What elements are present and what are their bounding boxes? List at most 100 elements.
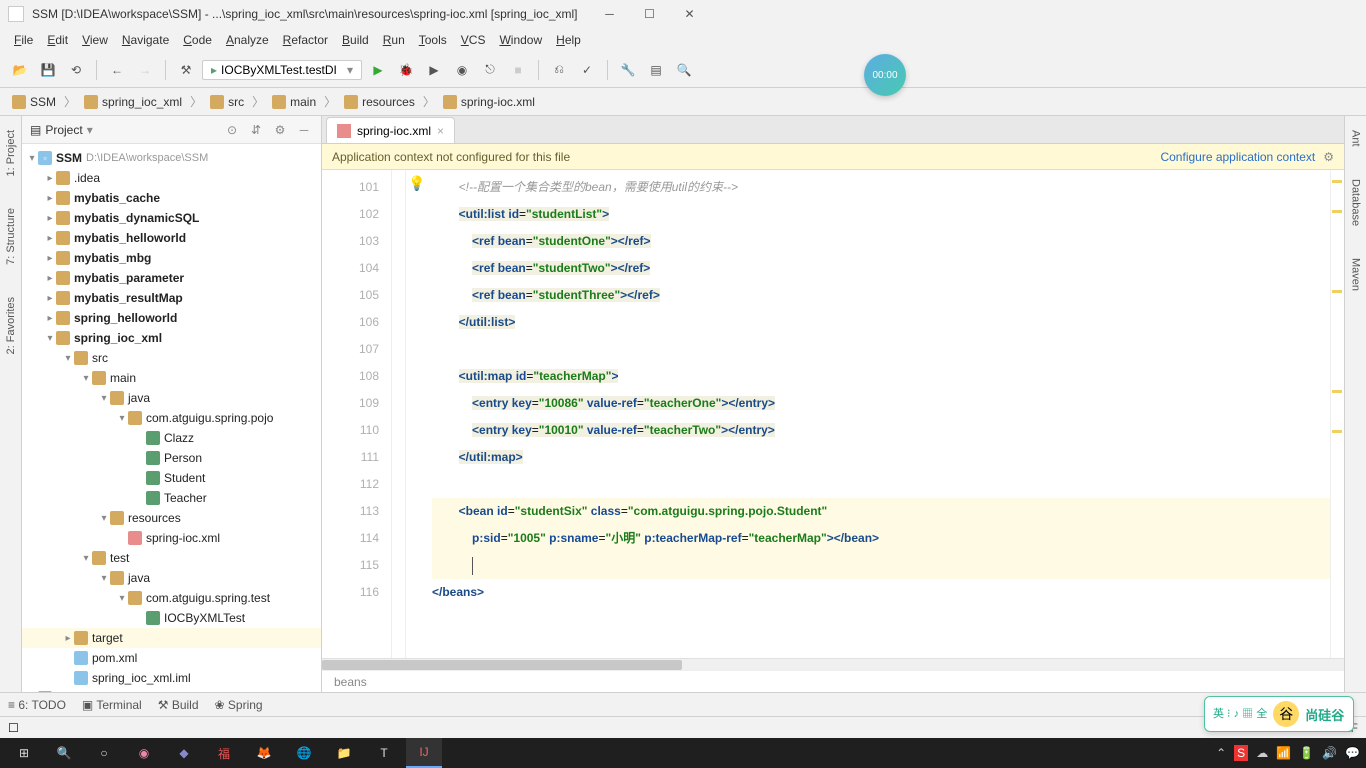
tree-item[interactable]: ▸mybatis_mbg [22, 248, 321, 268]
attach-icon[interactable]: ⎋ [478, 58, 502, 82]
project-tree[interactable]: ▾ ▫ SSM D:\IDEA\workspace\SSM ▸.idea▸myb… [22, 144, 321, 692]
breadcrumb-item[interactable]: spring_ioc_xml [80, 93, 186, 111]
menu-file[interactable]: File [8, 31, 39, 49]
tree-item[interactable]: ▾spring_ioc_xml [22, 328, 321, 348]
menu-edit[interactable]: Edit [41, 31, 74, 49]
breadcrumb-item[interactable]: SSM [8, 93, 60, 111]
tools-icon[interactable]: 🔧 [616, 58, 640, 82]
tree-item[interactable]: ▸target [22, 628, 321, 648]
tree-item[interactable]: spring-ioc.xml [22, 528, 321, 548]
rightstrip-tab[interactable]: Database [1348, 173, 1364, 232]
menu-navigate[interactable]: Navigate [116, 31, 175, 49]
fold-column[interactable] [392, 170, 406, 658]
tree-item[interactable]: ▸mybatis_resultMap [22, 288, 321, 308]
tree-item[interactable]: ▾test [22, 548, 321, 568]
ime-icon[interactable]: S [1234, 745, 1248, 761]
banner-gear-icon[interactable]: ⚙ [1323, 150, 1334, 164]
horizontal-scrollbar[interactable] [322, 658, 1344, 670]
tree-item[interactable]: ▸mybatis_cache [22, 188, 321, 208]
tree-item[interactable]: Clazz [22, 428, 321, 448]
status-icon[interactable]: ☐ [8, 721, 19, 735]
select-opened-icon[interactable]: ⊙ [223, 121, 241, 139]
tree-item[interactable]: ▾resources [22, 508, 321, 528]
leftstrip-tab[interactable]: 7: Structure [3, 202, 19, 271]
text-icon[interactable]: T [366, 738, 402, 768]
menu-window[interactable]: Window [493, 31, 548, 49]
vcs-commit-icon[interactable]: ✓ [575, 58, 599, 82]
leftstrip-tab[interactable]: 1: Project [3, 124, 19, 182]
configure-context-link[interactable]: Configure application context [1160, 150, 1315, 164]
tree-item[interactable]: pom.xml [22, 648, 321, 668]
hammer-icon[interactable]: ⚒ [174, 58, 198, 82]
breadcrumb-item[interactable]: main [268, 93, 320, 111]
tree-item[interactable]: ▸.idea [22, 168, 321, 188]
editor-breadcrumb[interactable]: beans [322, 670, 1344, 692]
task2-icon[interactable]: ◆ [166, 738, 202, 768]
tree-item[interactable]: ▾java [22, 388, 321, 408]
ime-badge[interactable]: 英 ⁝ ♪ ▦ 全 谷 尚硅谷 [1204, 696, 1354, 732]
tree-item[interactable]: IOCByXMLTest [22, 608, 321, 628]
tree-item[interactable]: ▾java [22, 568, 321, 588]
vcs-icon[interactable]: ⎌ [547, 58, 571, 82]
search-icon[interactable]: 🔍 [672, 58, 696, 82]
sync-icon[interactable]: ⟲ [64, 58, 88, 82]
tree-item[interactable]: ▸mybatis_dynamicSQL [22, 208, 321, 228]
menu-view[interactable]: View [76, 31, 114, 49]
bottom-tab[interactable]: ❀ Spring [215, 698, 263, 712]
leftstrip-tab[interactable]: 2: Favorites [3, 291, 19, 360]
tree-item[interactable]: ▸spring_helloworld [22, 308, 321, 328]
save-icon[interactable]: 💾 [36, 58, 60, 82]
settings-icon[interactable]: ⚙ [271, 121, 289, 139]
breadcrumb-item[interactable]: spring-ioc.xml [439, 93, 539, 111]
tree-item[interactable]: ▾main [22, 368, 321, 388]
tree-item[interactable]: ▾com.atguigu.spring.pojo [22, 408, 321, 428]
menu-run[interactable]: Run [377, 31, 411, 49]
structure-icon[interactable]: ▤ [644, 58, 668, 82]
code-editor[interactable]: 1011021031041051061071081091101111121131… [322, 170, 1344, 658]
right-marks[interactable] [1330, 170, 1344, 658]
tree-item[interactable]: ▸External Libraries [22, 688, 321, 692]
menu-refactor[interactable]: Refactor [277, 31, 334, 49]
cortana-icon[interactable]: ○ [86, 738, 122, 768]
run-config-select[interactable]: ▸ IOCByXMLTest.testDI ▾ [202, 60, 362, 80]
notifications-icon[interactable]: 💬 [1345, 746, 1360, 760]
close-tab-icon[interactable]: × [437, 124, 444, 138]
chrome-icon[interactable]: 🌐 [286, 738, 322, 768]
rightstrip-tab[interactable]: Maven [1348, 252, 1364, 297]
tree-item[interactable]: ▸mybatis_helloworld [22, 228, 321, 248]
coverage-icon[interactable]: ▶ [422, 58, 446, 82]
open-icon[interactable]: 📂 [8, 58, 32, 82]
tray-up-icon[interactable]: ⌃ [1216, 746, 1226, 760]
run-icon[interactable]: ▶ [366, 58, 390, 82]
tree-item[interactable]: Student [22, 468, 321, 488]
rightstrip-tab[interactable]: Ant [1348, 124, 1364, 153]
tree-item[interactable]: Teacher [22, 488, 321, 508]
menu-build[interactable]: Build [336, 31, 375, 49]
menu-analyze[interactable]: Analyze [220, 31, 275, 49]
firefox-icon[interactable]: 🦊 [246, 738, 282, 768]
tree-item[interactable]: ▾src [22, 348, 321, 368]
breadcrumb-item[interactable]: src [206, 93, 248, 111]
bottom-tab[interactable]: ⚒ Build [158, 698, 199, 712]
search-task-icon[interactable]: 🔍 [46, 738, 82, 768]
forward-icon[interactable]: → [133, 58, 157, 82]
bottom-tab[interactable]: ▣ Terminal [82, 698, 142, 712]
task3-icon[interactable]: 福 [206, 738, 242, 768]
project-title[interactable]: Project [45, 123, 82, 137]
explorer-icon[interactable]: 📁 [326, 738, 362, 768]
menu-tools[interactable]: Tools [413, 31, 453, 49]
editor-tab[interactable]: spring-ioc.xml × [326, 117, 455, 143]
menu-code[interactable]: Code [177, 31, 218, 49]
intellij-icon[interactable]: IJ [406, 738, 442, 768]
bottom-tab[interactable]: ≡ 6: TODO [8, 698, 66, 712]
tree-item[interactable]: spring_ioc_xml.iml [22, 668, 321, 688]
breadcrumb-item[interactable]: resources [340, 93, 419, 111]
start-icon[interactable]: ⊞ [6, 738, 42, 768]
maximize-button[interactable]: ☐ [630, 0, 670, 28]
expand-all-icon[interactable]: ⇵ [247, 121, 265, 139]
stop-icon[interactable]: ■ [506, 58, 530, 82]
system-tray[interactable]: ⌃ S ☁📶🔋🔊 💬 [1216, 745, 1360, 761]
menu-help[interactable]: Help [550, 31, 587, 49]
profile-icon[interactable]: ◉ [450, 58, 474, 82]
minimize-button[interactable]: ─ [590, 0, 630, 28]
